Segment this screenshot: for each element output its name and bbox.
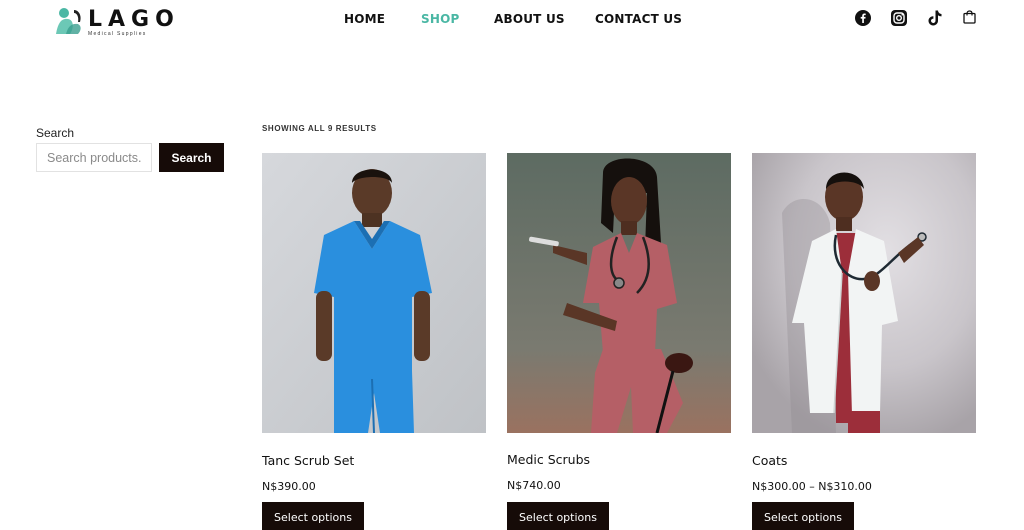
- product-title[interactable]: Coats: [752, 453, 787, 468]
- product-price: N$390.00: [262, 480, 316, 493]
- select-options-button[interactable]: Select options: [262, 502, 364, 530]
- select-options-button[interactable]: Select options: [507, 502, 609, 530]
- product-title[interactable]: Medic Scrubs: [507, 452, 590, 467]
- facebook-icon[interactable]: [855, 10, 871, 26]
- product-price: N$300.00 – N$310.00: [752, 480, 872, 493]
- product-card: Coats N$300.00 – N$310.00 Select options: [752, 153, 976, 530]
- product-title[interactable]: Tanc Scrub Set: [262, 453, 354, 468]
- search-button[interactable]: Search: [159, 143, 224, 172]
- logo-tagline: Medical Supplies: [88, 31, 147, 37]
- tiktok-icon[interactable]: [928, 10, 942, 26]
- site-header: LAGO Medical Supplies HOME SHOP ABOUT US…: [0, 0, 1024, 40]
- nav-shop[interactable]: SHOP: [421, 12, 459, 26]
- search-input[interactable]: [36, 143, 152, 172]
- product-card: Medic Scrubs N$740.00 Select options: [507, 153, 731, 530]
- instagram-icon[interactable]: [891, 10, 907, 26]
- nav-contact-us[interactable]: CONTACT US: [595, 12, 682, 26]
- cart-icon[interactable]: [963, 10, 976, 24]
- product-price: N$740.00: [507, 479, 561, 492]
- nav-about-us[interactable]: ABOUT US: [494, 12, 565, 26]
- results-count: SHOWING ALL 9 RESULTS: [262, 124, 377, 133]
- product-card: Tanc Scrub Set N$390.00 Select options: [262, 153, 486, 530]
- product-image[interactable]: [507, 153, 731, 433]
- nav-home[interactable]: HOME: [344, 12, 385, 26]
- select-options-button[interactable]: Select options: [752, 502, 854, 530]
- product-image[interactable]: [262, 153, 486, 433]
- search-label: Search: [36, 126, 75, 140]
- product-image[interactable]: [752, 153, 976, 433]
